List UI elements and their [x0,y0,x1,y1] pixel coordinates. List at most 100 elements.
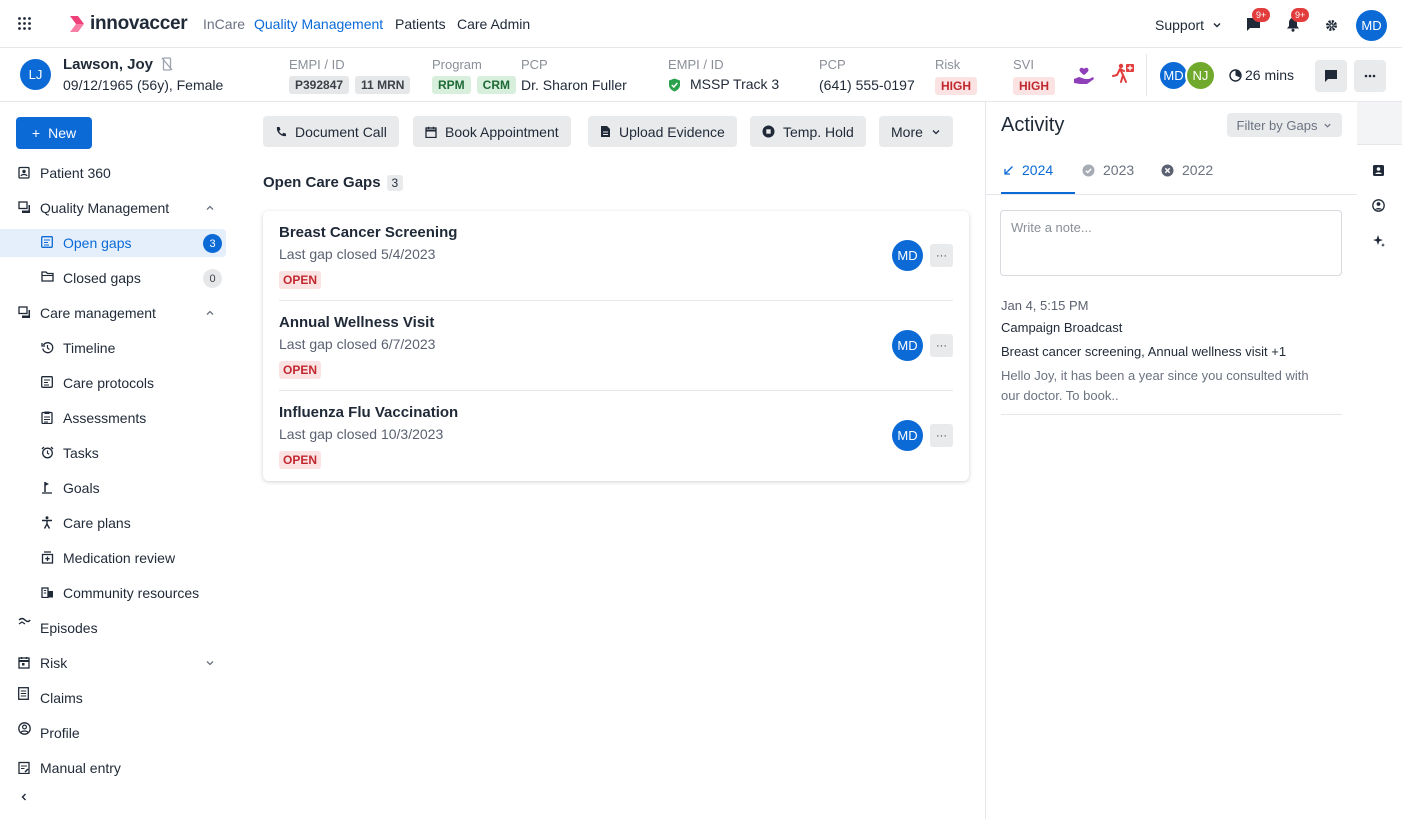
nav-patients[interactable]: Patients [395,16,446,32]
user-circle-icon[interactable] [1372,199,1385,212]
sidebar-item-claims[interactable]: Claims [0,684,226,712]
gap-owner-avatar[interactable]: MD [892,240,923,271]
new-button[interactable]: + New [16,117,92,149]
chevron-down-icon [1324,123,1332,128]
gap-more-button[interactable]: ··· [930,424,953,447]
gap-owner-avatar[interactable]: MD [892,420,923,451]
risk-label: Risk [935,57,961,72]
sidebar-item-goals[interactable]: Goals [0,474,226,502]
user-avatar[interactable]: MD [1356,10,1387,41]
more-actions-button[interactable]: More [879,116,953,147]
filter-by-gaps-dropdown[interactable]: Filter by Gaps [1227,113,1342,137]
arrow-down-left-icon [1004,165,1013,175]
sidebar-item-patient-360[interactable]: Patient 360 [0,159,226,187]
episodes-icon [18,617,31,627]
care-gap-row[interactable]: Annual Wellness Visit Last gap closed 6/… [279,301,953,391]
contact-card-icon[interactable] [1372,164,1385,177]
gap-last-closed: Last gap closed 6/7/2023 [279,336,436,352]
phone-icon [276,126,286,136]
logo-mark-icon [70,16,84,32]
new-button-label: New [48,125,77,141]
message-button[interactable] [1315,60,1347,92]
book-appointment-button[interactable]: Book Appointment [413,116,571,147]
alarm-clock-icon [41,446,54,459]
nav-incare[interactable]: InCare [203,16,245,32]
fall-risk-icon[interactable] [1110,62,1136,88]
gap-title[interactable]: Annual Wellness Visit [279,314,434,331]
settings-gear-icon[interactable] [1325,19,1338,32]
sidebar-item-label: Manual entry [40,760,121,776]
manual-entry-icon [18,761,30,774]
gap-more-button[interactable]: ··· [930,334,953,357]
program-track: MSSP Track 3 [690,76,780,92]
team-avatar-nj[interactable]: NJ [1185,60,1216,91]
stop-circle-icon [762,125,775,138]
sidebar-item-label: Care management [40,305,156,321]
ellipsis-icon: ··· [936,339,947,352]
note-input[interactable]: Write a note... [1000,210,1342,276]
protocol-list-icon [41,376,53,388]
sidebar-item-label: Timeline [63,340,116,356]
care-gap-row[interactable]: Influenza Flu Vaccination Last gap close… [279,391,953,481]
filter-label: Filter by Gaps [1236,117,1318,133]
sidebar-item-care-plans[interactable]: Care plans [0,509,226,537]
collapse-sidebar-chevron-icon[interactable] [19,792,29,802]
tab-2023[interactable]: 2023 [1082,162,1134,178]
pcp-phone[interactable]: (641) 555-0197 [819,77,915,93]
sidebar-item-closed-gaps[interactable]: Closed gaps 0 [0,264,226,292]
innovaccer-logo[interactable]: innovaccer [68,13,188,35]
gap-title[interactable]: Breast Cancer Screening [279,224,457,241]
care-hands-heart-icon[interactable] [1072,64,1096,88]
sidebar-item-manual-entry[interactable]: Manual entry [0,754,226,782]
sidebar-item-label: Quality Management [40,200,170,216]
gap-more-button[interactable]: ··· [930,244,953,267]
chevron-down-icon[interactable] [205,658,215,668]
sidebar-item-care-protocols[interactable]: Care protocols [0,369,226,397]
upload-evidence-label: Upload Evidence [619,123,725,140]
sidebar-item-quality-management[interactable]: Quality Management [0,194,226,222]
chevron-up-icon[interactable] [205,308,215,318]
app-grid-icon[interactable] [18,17,31,30]
sidebar-item-label: Tasks [63,445,99,461]
program-tag-crm: CRM [476,76,516,94]
sidebar-item-label: Risk [40,655,68,671]
sidebar-item-assessments[interactable]: Assessments [0,404,226,432]
sidebar-item-community-resources[interactable]: Community resources [0,579,226,607]
document-call-button[interactable]: Document Call [263,116,399,147]
folder-icon [41,271,54,282]
ai-sparkle-icon[interactable] [1372,234,1386,248]
sidebar-item-risk[interactable]: Risk [0,649,226,677]
sidebar-item-medication-review[interactable]: Medication review [0,544,226,572]
medication-icon [41,551,54,564]
temp-hold-button[interactable]: Temp. Hold [750,116,866,147]
plus-icon: + [31,125,41,141]
sidebar-item-profile[interactable]: Profile [0,719,226,747]
sidebar-item-care-management[interactable]: Care management [0,299,226,327]
care-gap-row[interactable]: Breast Cancer Screening Last gap closed … [279,211,953,301]
sidebar-item-tasks[interactable]: Tasks [0,439,226,467]
svi-badge: HIGH [1013,77,1055,95]
tabs-divider [986,194,1358,195]
tab-2022[interactable]: 2022 [1161,162,1213,178]
care-gaps-card: Breast Cancer Screening Last gap closed … [263,211,969,481]
nav-care-admin[interactable]: Care Admin [457,16,530,32]
tab-label: 2023 [1103,162,1135,178]
more-options-button[interactable] [1354,60,1386,92]
chevron-up-icon[interactable] [205,203,215,213]
patient-name[interactable]: Lawson, Joy [63,56,153,73]
feed-subtitle: Breast cancer screening, Annual wellness… [1001,344,1287,359]
tab-2024[interactable]: 2024 [1003,162,1053,178]
sidebar-item-open-gaps[interactable]: Open gaps 3 [0,229,226,257]
gap-title[interactable]: Influenza Flu Vaccination [279,404,458,421]
open-care-gaps-count: 3 [386,174,404,191]
program-label: Program [432,57,482,72]
sidebar-item-timeline[interactable]: Timeline [0,334,226,362]
gap-owner-avatar[interactable]: MD [892,330,923,361]
feed-body: Hello Joy, it has been a year since you … [1001,368,1309,403]
nav-quality-management[interactable]: Quality Management [254,16,383,32]
upload-evidence-button[interactable]: Upload Evidence [588,116,737,147]
support-menu[interactable]: Support [1155,17,1222,33]
open-care-gaps-heading: Open Care Gaps 3 [263,174,404,191]
sidebar-item-episodes[interactable]: Episodes [0,614,226,642]
sidebar-item-label: Profile [40,725,80,741]
